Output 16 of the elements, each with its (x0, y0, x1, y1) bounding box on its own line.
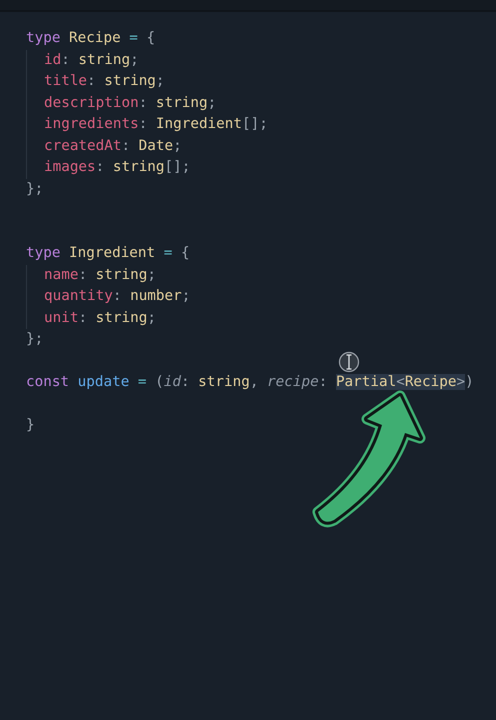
code-line: id: string; (26, 50, 496, 71)
code-line: createdAt: Date; (26, 136, 496, 157)
code-line: description: string; (26, 92, 496, 114)
code-line: name: string; (26, 264, 496, 286)
code-line: unit: string; (26, 308, 496, 329)
code-line: type Ingredient = { (26, 244, 191, 263)
cursor-icon (338, 351, 360, 373)
code-line: type Recipe = { (26, 29, 156, 48)
code-line: }; (26, 180, 44, 198)
code-line: ingredients: Ingredient[]; (26, 114, 496, 136)
code-line: images: string[]; (26, 157, 496, 178)
code-line: } (26, 416, 36, 435)
code-line: quantity: number; (26, 286, 496, 308)
code-line: title: string; (26, 71, 496, 92)
code-line: }; (26, 330, 44, 349)
code-line: const update = (id: string, recipe: Partial<Recipe>) (26, 373, 475, 392)
